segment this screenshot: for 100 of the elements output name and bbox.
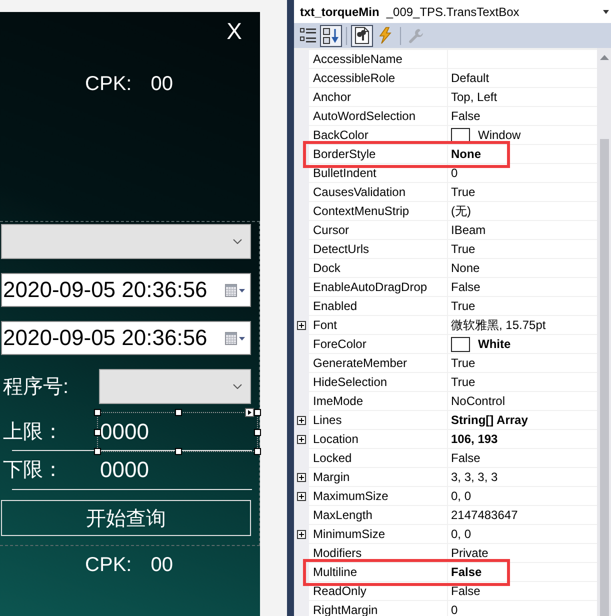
properties-button[interactable] [351, 24, 373, 46]
property-name[interactable]: ContextMenuStrip [309, 202, 448, 221]
expand-icon[interactable] [297, 435, 306, 444]
alphabetical-sort-button[interactable] [320, 24, 342, 46]
property-value[interactable]: 3, 3, 3, 3 [448, 468, 597, 487]
property-name[interactable]: Anchor [309, 88, 448, 107]
scrollbar[interactable] [597, 48, 611, 616]
property-value[interactable]: 106, 193 [448, 430, 597, 449]
dropdown-field[interactable] [99, 369, 251, 404]
property-value[interactable]: NoControl [448, 392, 597, 411]
property-value[interactable]: Default [448, 69, 597, 88]
lightning-icon [378, 27, 392, 44]
property-value[interactable]: False [448, 107, 597, 126]
property-name[interactable]: Cursor [309, 221, 448, 240]
text-field[interactable]: 0000 [99, 414, 256, 450]
property-name[interactable]: Multiline [309, 563, 448, 582]
property-value[interactable]: True [448, 297, 597, 316]
property-name[interactable]: AccessibleName [309, 50, 448, 69]
chevron-down-icon [233, 239, 242, 244]
property-name[interactable]: Font [309, 316, 448, 335]
property-name[interactable]: CausesValidation [309, 183, 448, 202]
resize-handle[interactable] [94, 448, 101, 454]
property-value[interactable]: 0 [448, 164, 597, 183]
property-value[interactable]: False [448, 563, 597, 582]
property-value[interactable]: False [448, 582, 597, 601]
property-name[interactable]: DetectUrls [309, 240, 448, 259]
date-time-picker[interactable]: 2020-09-05 20:36:56 [1, 273, 251, 307]
property-name[interactable]: AccessibleRole [309, 69, 448, 88]
property-value[interactable]: None [448, 259, 597, 278]
property-value[interactable]: None [448, 145, 597, 164]
property-value[interactable]: True [448, 354, 597, 373]
field-label: 程序号: [2, 374, 70, 400]
field-label: 上限： [2, 420, 64, 444]
expand-icon[interactable] [297, 530, 306, 539]
property-name[interactable]: ImeMode [309, 392, 448, 411]
property-value[interactable]: 0, 0 [448, 487, 597, 506]
chevron-down-icon [233, 384, 242, 389]
object-type: _009_TPS.TransTextBox [386, 4, 520, 18]
property-name[interactable]: MaxLength [309, 506, 448, 525]
property-name[interactable]: ForeColor [309, 335, 448, 354]
property-value[interactable]: Window [448, 126, 597, 145]
text-field[interactable]: 0000 [99, 452, 256, 488]
property-name[interactable]: BorderStyle [309, 145, 448, 164]
property-name[interactable]: MaximumSize [309, 487, 448, 506]
property-name[interactable]: GenerateMember [309, 354, 448, 373]
property-value[interactable]: String[] Array [448, 411, 597, 430]
property-value[interactable]: Private [448, 544, 597, 563]
property-value[interactable]: False [448, 449, 597, 468]
property-name[interactable]: MinimumSize [309, 525, 448, 544]
resize-handle[interactable] [254, 428, 261, 436]
property-name[interactable]: AutoWordSelection [309, 107, 448, 126]
property-value[interactable]: IBeam [448, 221, 597, 240]
property-value[interactable]: 2147483647 [448, 506, 597, 525]
sort-down-icon [323, 28, 339, 44]
property-name[interactable]: Enabled [309, 297, 448, 316]
property-value[interactable]: True [448, 183, 597, 202]
property-value[interactable]: 0 [448, 601, 597, 616]
property-value[interactable]: (无) [448, 202, 597, 221]
resize-handle[interactable] [94, 408, 101, 416]
list-icon [300, 28, 316, 43]
property-value[interactable]: True [448, 240, 597, 259]
resize-handle[interactable] [94, 428, 101, 436]
property-value[interactable]: 0, 0 [448, 525, 597, 544]
resize-handle[interactable] [174, 448, 182, 454]
property-value[interactable]: White [448, 335, 597, 354]
dropdown-field[interactable] [1, 224, 251, 259]
property-name[interactable]: EnableAutoDragDrop [309, 278, 448, 297]
scroll-up-icon[interactable] [600, 55, 608, 60]
object-name: txt_torqueMin [300, 4, 380, 18]
dropdown-arrow-icon[interactable] [603, 10, 609, 14]
cpk-label: CPK: [85, 72, 132, 96]
resize-handle[interactable] [174, 408, 182, 416]
property-name[interactable]: HideSelection [309, 373, 448, 392]
close-button[interactable]: X [226, 19, 242, 44]
expand-icon[interactable] [297, 473, 306, 482]
property-value[interactable]: 微软雅黑, 15.75pt [448, 316, 597, 335]
cpk-value: 00 [150, 553, 173, 577]
wrench-icon [408, 28, 424, 44]
cpk-label: CPK: [85, 553, 132, 577]
smart-tag-icon[interactable] [245, 408, 254, 416]
cpk-value: 00 [150, 72, 173, 96]
expand-icon[interactable] [297, 321, 306, 330]
date-time-picker[interactable]: 2020-09-05 20:36:56 [1, 321, 251, 355]
property-name[interactable]: Dock [309, 259, 448, 278]
property-value[interactable]: False [448, 278, 597, 297]
resize-handle[interactable] [254, 448, 261, 454]
property-name[interactable]: Location [309, 430, 448, 449]
property-page-icon [354, 27, 370, 44]
query-button[interactable]: 开始查询 [1, 500, 251, 536]
property-value[interactable]: True [448, 373, 597, 392]
property-value[interactable]: Top, Left [448, 88, 597, 107]
calendar-icon[interactable] [225, 332, 245, 344]
property-name[interactable]: Margin [309, 468, 448, 487]
resize-handle[interactable] [254, 408, 261, 416]
calendar-icon[interactable] [225, 284, 245, 296]
property-name[interactable]: Locked [309, 449, 448, 468]
property-name[interactable]: Lines [309, 411, 448, 430]
expand-icon[interactable] [297, 492, 306, 501]
scrollbar-thumb[interactable] [600, 139, 609, 616]
expand-icon[interactable] [297, 416, 306, 425]
